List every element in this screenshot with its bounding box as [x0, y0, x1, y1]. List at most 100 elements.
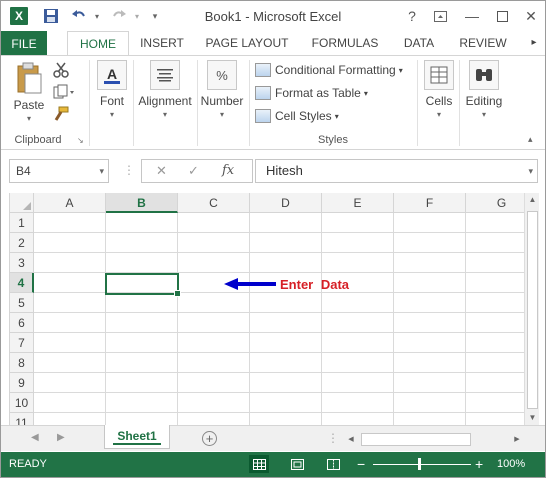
previous-sheet-icon[interactable]: ◀	[31, 432, 39, 443]
column-header-d[interactable]: D	[250, 193, 322, 213]
cell-area[interactable]	[34, 213, 524, 425]
scroll-down-icon[interactable]: ▼	[525, 411, 540, 425]
zoom-in-button[interactable]: +	[475, 456, 483, 472]
copy-icon[interactable]	[53, 84, 77, 100]
minimize-button[interactable]: —	[461, 5, 483, 27]
horizontal-scroll-thumb[interactable]	[361, 433, 471, 446]
alignment-dropdown-icon: ▾	[162, 110, 167, 119]
row-header[interactable]: 11	[10, 413, 34, 425]
scroll-left-icon[interactable]: ◀	[345, 433, 357, 446]
cell-styles-button[interactable]: Cell Styles ▾	[255, 106, 339, 126]
insert-function-icon[interactable]: fx	[222, 163, 234, 178]
row-header[interactable]: 3	[10, 253, 34, 273]
conditional-formatting-icon	[255, 63, 271, 77]
vertical-scrollbar[interactable]: ▲ ▼	[524, 193, 539, 425]
column-header-c[interactable]: C	[178, 193, 250, 213]
scroll-right-icon[interactable]: ▶	[511, 433, 523, 446]
number-button[interactable]: % Number ▾	[199, 60, 245, 120]
column-header-b[interactable]: B	[106, 193, 178, 213]
tab-split-grip-icon[interactable]: ⋮	[327, 431, 339, 445]
zoom-slider[interactable]	[373, 464, 471, 465]
active-cell-b4[interactable]	[105, 273, 181, 297]
tab-formulas[interactable]: FORMULAS	[307, 31, 383, 55]
column-header-e[interactable]: E	[322, 193, 394, 213]
close-button[interactable]: ✕	[520, 5, 542, 27]
confirm-entry-icon[interactable]: ✓	[188, 163, 199, 179]
new-sheet-button[interactable]: +	[202, 431, 217, 446]
ribbon-home: Paste ▾ Clipboard ↘ A Font ▾ Alignment ▾…	[1, 55, 545, 150]
styles-group-label: Styles	[318, 134, 348, 146]
next-sheet-icon[interactable]: ▶	[57, 432, 65, 443]
number-dropdown-icon: ▾	[219, 110, 224, 119]
tab-home[interactable]: HOME	[67, 31, 129, 57]
worksheet-grid: A B C D E F G 1 2 3 4 5 6 7 8 9 10 11 En…	[9, 193, 524, 425]
column-header-g[interactable]: G	[466, 193, 524, 213]
column-header-a[interactable]: A	[34, 193, 106, 213]
ribbon-display-options-icon[interactable]	[429, 5, 451, 27]
pointing-arrow-icon	[224, 278, 276, 290]
horizontal-scrollbar[interactable]: ◀ ▶	[345, 433, 523, 446]
editing-button[interactable]: Editing ▾	[461, 60, 507, 120]
title-bar: X ▾ ▾ ▾ Book1 - Microsoft Excel ? — ✕	[1, 1, 545, 31]
row-header[interactable]: 8	[10, 353, 34, 373]
vertical-scroll-thumb[interactable]	[527, 211, 538, 409]
page-break-preview-icon[interactable]	[323, 455, 343, 473]
alignment-button[interactable]: Alignment ▾	[135, 60, 195, 120]
zoom-slider-thumb[interactable]	[418, 458, 421, 470]
row-header-selected[interactable]: 4	[10, 273, 34, 293]
conditional-formatting-label: Conditional Formatting	[275, 63, 396, 77]
tab-insert[interactable]: INSERT	[135, 31, 189, 55]
ribbon-scroll-right-icon[interactable]: ▸	[523, 31, 545, 55]
name-box-dropdown-icon[interactable]: ▾	[99, 160, 104, 182]
format-as-table-dropdown-icon: ▾	[363, 88, 368, 98]
cancel-entry-icon[interactable]: ✕	[156, 163, 167, 179]
clipboard-launcher-icon[interactable]: ↘	[77, 136, 84, 145]
format-as-table-button[interactable]: Format as Table ▾	[255, 83, 368, 103]
cells-button[interactable]: Cells ▾	[421, 60, 457, 120]
zoom-level[interactable]: 100%	[497, 458, 525, 470]
tab-review[interactable]: REVIEW	[455, 31, 511, 55]
paste-button[interactable]: Paste ▾	[9, 60, 49, 124]
row-header[interactable]: 7	[10, 333, 34, 353]
font-button[interactable]: A Font ▾	[95, 60, 129, 120]
tab-page-layout[interactable]: PAGE LAYOUT	[203, 31, 291, 55]
normal-view-icon[interactable]	[249, 455, 269, 473]
conditional-formatting-button[interactable]: Conditional Formatting ▾	[255, 60, 403, 80]
maximize-button[interactable]	[491, 5, 513, 27]
alignment-icon	[150, 60, 180, 90]
sheet-tabs-bar: ◀ ▶ Sheet1 + ⋮ ◀ ▶	[1, 425, 545, 451]
formula-buttons: ✕ ✓ fx	[141, 159, 253, 183]
collapse-ribbon-icon[interactable]: ▴	[528, 134, 533, 145]
select-all-button[interactable]	[10, 193, 34, 213]
ribbon-separator	[249, 60, 250, 146]
name-box-value: B4	[16, 164, 31, 178]
font-dropdown-icon: ▾	[109, 110, 114, 119]
font-icon: A	[97, 60, 127, 90]
row-header[interactable]: 10	[10, 393, 34, 413]
column-header-f[interactable]: F	[394, 193, 466, 213]
page-layout-view-icon[interactable]	[287, 455, 307, 473]
help-button[interactable]: ?	[401, 5, 423, 27]
tab-file[interactable]: FILE	[1, 31, 47, 57]
cells-label: Cells	[425, 94, 453, 108]
status-ready: READY	[9, 458, 47, 470]
name-box[interactable]: B4 ▾	[9, 159, 109, 183]
sheet-tab-sheet1[interactable]: Sheet1	[104, 425, 170, 449]
cut-icon[interactable]	[53, 62, 69, 78]
ribbon-separator	[417, 60, 418, 146]
formula-bar: B4 ▾ ⋮ ✕ ✓ fx Hitesh ▾	[1, 151, 545, 193]
format-painter-icon[interactable]	[53, 106, 69, 122]
expand-formula-bar-icon[interactable]: ▾	[528, 160, 533, 182]
scroll-up-icon[interactable]: ▲	[525, 193, 540, 207]
cell-styles-dropdown-icon: ▾	[334, 111, 339, 121]
tab-data[interactable]: DATA	[397, 31, 441, 55]
zoom-out-button[interactable]: −	[357, 456, 365, 472]
formula-input[interactable]: Hitesh ▾	[255, 159, 538, 183]
row-header[interactable]: 1	[10, 213, 34, 233]
row-header[interactable]: 2	[10, 233, 34, 253]
row-header[interactable]: 9	[10, 373, 34, 393]
row-header[interactable]: 5	[10, 293, 34, 313]
conditional-formatting-dropdown-icon: ▾	[398, 65, 403, 75]
row-header[interactable]: 6	[10, 313, 34, 333]
paste-dropdown-icon[interactable]: ▾	[9, 114, 49, 124]
